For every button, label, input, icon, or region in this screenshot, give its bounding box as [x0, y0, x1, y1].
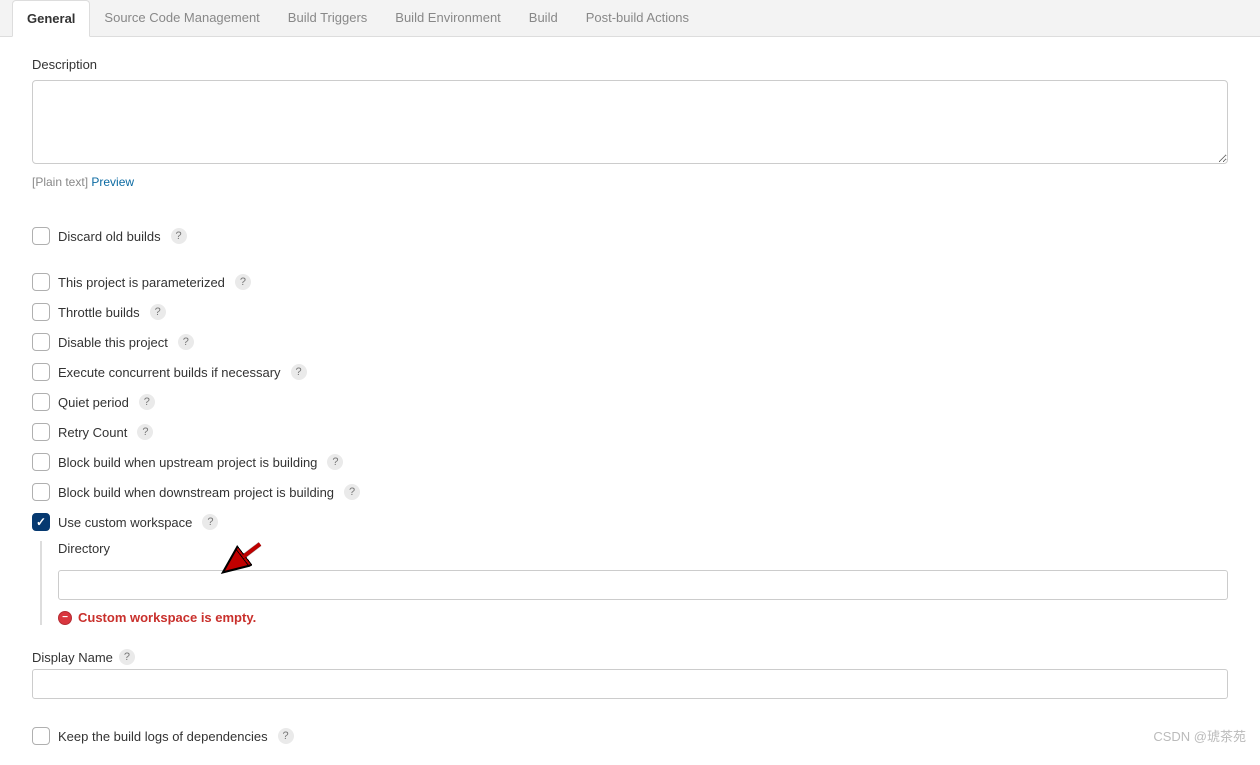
tab-build-environment[interactable]: Build Environment: [381, 0, 515, 36]
general-content: Description [Plain text] Preview Discard…: [0, 37, 1260, 765]
checkbox-block-downstream[interactable]: [32, 483, 50, 501]
option-keep-logs: Keep the build logs of dependencies ?: [32, 727, 1228, 745]
label-quiet-period: Quiet period: [58, 395, 129, 410]
tab-build-triggers[interactable]: Build Triggers: [274, 0, 381, 36]
display-name-input[interactable]: [32, 669, 1228, 699]
label-parameterized: This project is parameterized: [58, 275, 225, 290]
help-icon[interactable]: ?: [327, 454, 343, 470]
checkbox-parameterized[interactable]: [32, 273, 50, 291]
option-block-upstream: Block build when upstream project is bui…: [32, 453, 1228, 471]
directory-input[interactable]: [58, 570, 1228, 600]
help-icon[interactable]: ?: [171, 228, 187, 244]
help-icon[interactable]: ?: [139, 394, 155, 410]
label-concurrent-builds: Execute concurrent builds if necessary: [58, 365, 281, 380]
checkbox-discard-old-builds[interactable]: [32, 227, 50, 245]
watermark: CSDN @琥茶苑: [1153, 726, 1246, 745]
checkbox-keep-logs[interactable]: [32, 727, 50, 745]
custom-workspace-panel: Directory − Custom workspace is empty.: [40, 541, 1228, 625]
option-quiet-period: Quiet period ?: [32, 393, 1228, 411]
error-text: Custom workspace is empty.: [78, 610, 256, 625]
help-icon[interactable]: ?: [344, 484, 360, 500]
label-discard-old-builds: Discard old builds: [58, 229, 161, 244]
label-keep-logs: Keep the build logs of dependencies: [58, 729, 268, 744]
checkbox-retry-count[interactable]: [32, 423, 50, 441]
tab-general[interactable]: General: [12, 0, 90, 37]
option-retry-count: Retry Count ?: [32, 423, 1228, 441]
description-input[interactable]: [32, 80, 1228, 164]
option-discard-old-builds: Discard old builds ?: [32, 227, 1228, 245]
help-icon[interactable]: ?: [178, 334, 194, 350]
help-icon[interactable]: ?: [150, 304, 166, 320]
config-tabs: General Source Code Management Build Tri…: [0, 0, 1260, 37]
label-custom-workspace: Use custom workspace: [58, 515, 192, 530]
error-icon: −: [58, 611, 72, 625]
display-name-section: Display Name ?: [32, 649, 1228, 699]
label-block-upstream: Block build when upstream project is bui…: [58, 455, 317, 470]
plain-text-label: [Plain text]: [32, 175, 88, 189]
help-icon[interactable]: ?: [202, 514, 218, 530]
tab-source-code-management[interactable]: Source Code Management: [90, 0, 273, 36]
checkbox-block-upstream[interactable]: [32, 453, 50, 471]
option-custom-workspace: ✓ Use custom workspace ?: [32, 513, 1228, 531]
directory-label: Directory: [58, 541, 1228, 556]
option-block-downstream: Block build when downstream project is b…: [32, 483, 1228, 501]
tab-build[interactable]: Build: [515, 0, 572, 36]
checkbox-custom-workspace[interactable]: ✓: [32, 513, 50, 531]
preview-link[interactable]: Preview: [91, 175, 134, 189]
checkbox-concurrent-builds[interactable]: [32, 363, 50, 381]
checkbox-throttle-builds[interactable]: [32, 303, 50, 321]
option-parameterized: This project is parameterized ?: [32, 273, 1228, 291]
help-icon[interactable]: ?: [137, 424, 153, 440]
help-icon[interactable]: ?: [291, 364, 307, 380]
label-block-downstream: Block build when downstream project is b…: [58, 485, 334, 500]
label-retry-count: Retry Count: [58, 425, 127, 440]
checkbox-disable-project[interactable]: [32, 333, 50, 351]
tab-post-build-actions[interactable]: Post-build Actions: [572, 0, 703, 36]
help-icon[interactable]: ?: [278, 728, 294, 744]
workspace-error: − Custom workspace is empty.: [58, 610, 1228, 625]
description-label: Description: [32, 57, 1228, 72]
option-disable-project: Disable this project ?: [32, 333, 1228, 351]
label-disable-project: Disable this project: [58, 335, 168, 350]
help-icon[interactable]: ?: [119, 649, 135, 665]
option-concurrent-builds: Execute concurrent builds if necessary ?: [32, 363, 1228, 381]
option-throttle-builds: Throttle builds ?: [32, 303, 1228, 321]
checkbox-quiet-period[interactable]: [32, 393, 50, 411]
label-throttle-builds: Throttle builds: [58, 305, 140, 320]
display-name-label: Display Name: [32, 650, 113, 665]
help-icon[interactable]: ?: [235, 274, 251, 290]
